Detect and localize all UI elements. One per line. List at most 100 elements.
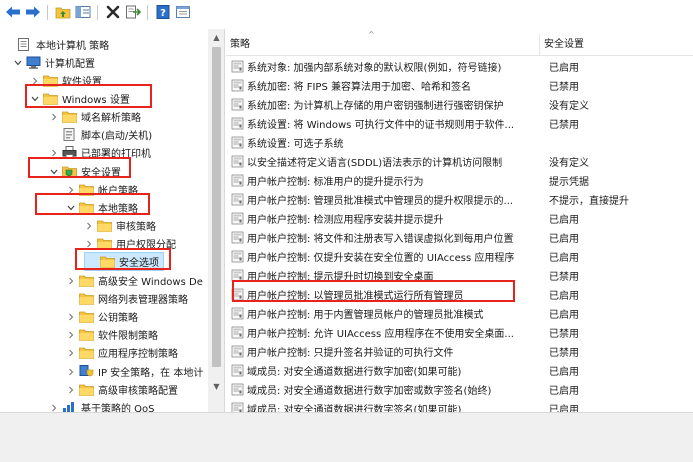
tree-item[interactable]: 安全设置: [49, 162, 121, 181]
tree-item[interactable]: 用户权限分配: [84, 234, 176, 253]
tree-item[interactable]: 已部署的打印机: [49, 143, 151, 162]
policy-setting-value: 已启用: [549, 63, 579, 74]
delete-icon[interactable]: [103, 3, 122, 22]
tree-item[interactable]: IP 安全策略，在 本地计: [66, 362, 203, 381]
script-icon: [62, 128, 77, 141]
forward-icon[interactable]: [23, 3, 42, 22]
expanded-chevron-icon[interactable]: [13, 58, 23, 68]
policy-item-icon: [231, 383, 244, 396]
tree-item[interactable]: 审核策略: [84, 216, 156, 235]
back-icon[interactable]: [3, 3, 22, 22]
tree-item-label: Windows 设置: [62, 95, 130, 106]
policy-row[interactable]: 系统对象: 加强内部系统对象的默认权限(例如，符号链接) 已启用: [226, 57, 693, 76]
scroll-thumb[interactable]: [212, 47, 221, 367]
policy-row[interactable]: 域成员: 对安全通道数据进行数字加密(如果可能) 已启用: [226, 361, 693, 380]
policy-item-icon: [231, 79, 244, 92]
collapsed-chevron-icon[interactable]: [49, 112, 59, 122]
collapsed-chevron-icon[interactable]: [49, 403, 59, 413]
policy-row[interactable]: 用户帐户控制: 管理员批准模式中管理员的提升权限提示的... 不提示，直接提升: [226, 190, 693, 209]
status-bar: [0, 412, 693, 462]
policy-row[interactable]: 用户帐户控制: 检测应用程序安装并提示提升 已启用: [226, 209, 693, 228]
tree-vertical-scrollbar[interactable]: ▲ ▼: [208, 29, 224, 412]
help-icon[interactable]: ?: [153, 3, 172, 22]
policy-row[interactable]: 系统设置: 将 Windows 可执行文件中的证书规则用于软件... 已禁用: [226, 114, 693, 133]
scroll-up-arrow-icon[interactable]: ▲: [208, 29, 224, 46]
tree-item[interactable]: 帐户策略: [66, 180, 138, 199]
collapsed-chevron-icon[interactable]: [66, 348, 76, 358]
policy-item-icon: [231, 326, 244, 339]
collapsed-chevron-icon[interactable]: [66, 276, 76, 286]
tree-item[interactable]: 安全选项: [84, 252, 164, 271]
policy-row[interactable]: 域成员: 对安全通道数据进行数字签名(如果可能) 已启用: [226, 399, 693, 412]
policy-name: 用户帐户控制: 用于内置管理员帐户的管理员批准模式: [247, 310, 484, 321]
column-header-policy[interactable]: 策略: [226, 34, 539, 56]
collapsed-chevron-icon[interactable]: [66, 312, 76, 322]
tree-item[interactable]: 公钥策略: [66, 307, 138, 326]
expanded-chevron-icon[interactable]: [49, 167, 59, 177]
tree-item-label: 基于策略的 QoS: [81, 404, 155, 412]
tree-item[interactable]: 软件设置: [30, 71, 102, 90]
policy-row[interactable]: 域成员: 对安全通道数据进行数字加密或数字签名(始终) 已启用: [226, 380, 693, 399]
collapsed-chevron-icon[interactable]: [66, 367, 76, 377]
policy-row[interactable]: 用户帐户控制: 以管理员批准模式运行所有管理员 已启用: [226, 285, 693, 304]
tree-item[interactable]: 本地计算机 策略: [4, 35, 109, 54]
expanded-chevron-icon[interactable]: [30, 94, 40, 104]
tree-item[interactable]: 脚本(启动/关机): [49, 125, 152, 144]
folder-icon: [62, 110, 77, 123]
policy-item-icon: [231, 60, 244, 73]
policy-row[interactable]: 用户帐户控制: 标准用户的提升提示行为 提示凭据: [226, 171, 693, 190]
export-list-icon[interactable]: [123, 3, 142, 22]
collapsed-chevron-icon[interactable]: [66, 385, 76, 395]
scroll-down-arrow-icon[interactable]: ▼: [208, 378, 224, 395]
tree-item-label: 公钥策略: [98, 313, 138, 324]
policy-item-icon: [231, 117, 244, 130]
folder-icon: [97, 219, 112, 232]
policy-row[interactable]: 用户帐户控制: 只提升签名并验证的可执行文件 已禁用: [226, 342, 693, 361]
tree-item[interactable]: Windows 设置: [30, 89, 130, 108]
policy-item-icon: [231, 269, 244, 282]
tree-item[interactable]: 应用程序控制策略: [66, 343, 178, 362]
tree-item[interactable]: 高级审核策略配置: [66, 380, 178, 399]
policy-row[interactable]: 用户帐户控制: 用于内置管理员帐户的管理员批准模式 已启用: [226, 304, 693, 323]
policy-row[interactable]: 系统加密: 为计算机上存储的用户密钥强制进行强密钥保护 没有定义: [226, 95, 693, 114]
folder-icon: [79, 183, 94, 196]
tree-item[interactable]: 计算机配置: [13, 53, 95, 72]
policy-row[interactable]: 用户帐户控制: 仅提升安装在安全位置的 UIAccess 应用程序 已启用: [226, 247, 693, 266]
toolbar-separator: [47, 4, 48, 20]
policy-row[interactable]: 系统设置: 可选子系统: [226, 133, 693, 152]
properties-icon[interactable]: [173, 3, 192, 22]
tree-item-label: 计算机配置: [45, 59, 95, 70]
policy-row[interactable]: 用户帐户控制: 将文件和注册表写入错误虚拟化到每用户位置 已启用: [226, 228, 693, 247]
tree-item[interactable]: 基于策略的 QoS: [49, 398, 155, 412]
policy-row[interactable]: 以安全描述符定义语言(SDDL)语法表示的计算机访问限制 没有定义: [226, 152, 693, 171]
tree-item-label: 网络列表管理器策略: [98, 295, 188, 306]
collapsed-chevron-icon[interactable]: [84, 221, 94, 231]
show-hide-tree-icon[interactable]: [73, 3, 92, 22]
up-folder-icon[interactable]: [53, 3, 72, 22]
collapsed-chevron-icon[interactable]: [30, 76, 40, 86]
collapsed-chevron-icon[interactable]: [49, 148, 59, 158]
tree-item-label: 审核策略: [116, 222, 156, 233]
policy-setting-value: 已启用: [549, 367, 579, 378]
collapsed-chevron-icon[interactable]: [66, 330, 76, 340]
policy-row[interactable]: 系统加密: 将 FIPS 兼容算法用于加密、哈希和签名 已禁用: [226, 76, 693, 95]
tree-item[interactable]: 软件限制策略: [66, 325, 158, 344]
policy-list: 策略 ^ 安全设置 系统对象: 加强内部系统对象的默认权限(例如，符号链接) 已启…: [226, 29, 693, 412]
tree-item[interactable]: 高级安全 Windows De: [66, 271, 203, 290]
tree-item[interactable]: 域名解析策略: [49, 107, 141, 126]
policy-row[interactable]: 用户帐户控制: 提示提升时切换到安全桌面 已禁用: [226, 266, 693, 285]
tree-item-label: 应用程序控制策略: [98, 349, 178, 360]
tree-item[interactable]: 本地策略: [66, 198, 138, 217]
policy-setting-value: 已禁用: [549, 82, 579, 93]
tree-item[interactable]: 网络列表管理器策略: [66, 289, 188, 308]
policy-setting-value: 已启用: [549, 234, 579, 245]
policy-row[interactable]: 用户帐户控制: 允许 UIAccess 应用程序在不使用安全桌面... 已禁用: [226, 323, 693, 342]
computer-policy-icon: [17, 38, 32, 51]
policy-item-icon: [231, 212, 244, 225]
collapsed-chevron-icon[interactable]: [66, 185, 76, 195]
column-header-setting[interactable]: 安全设置: [540, 34, 693, 56]
tree-item-label: 域名解析策略: [81, 113, 141, 124]
security-folder-icon: [62, 165, 77, 178]
collapsed-chevron-icon[interactable]: [84, 239, 94, 249]
expanded-chevron-icon[interactable]: [66, 203, 76, 213]
